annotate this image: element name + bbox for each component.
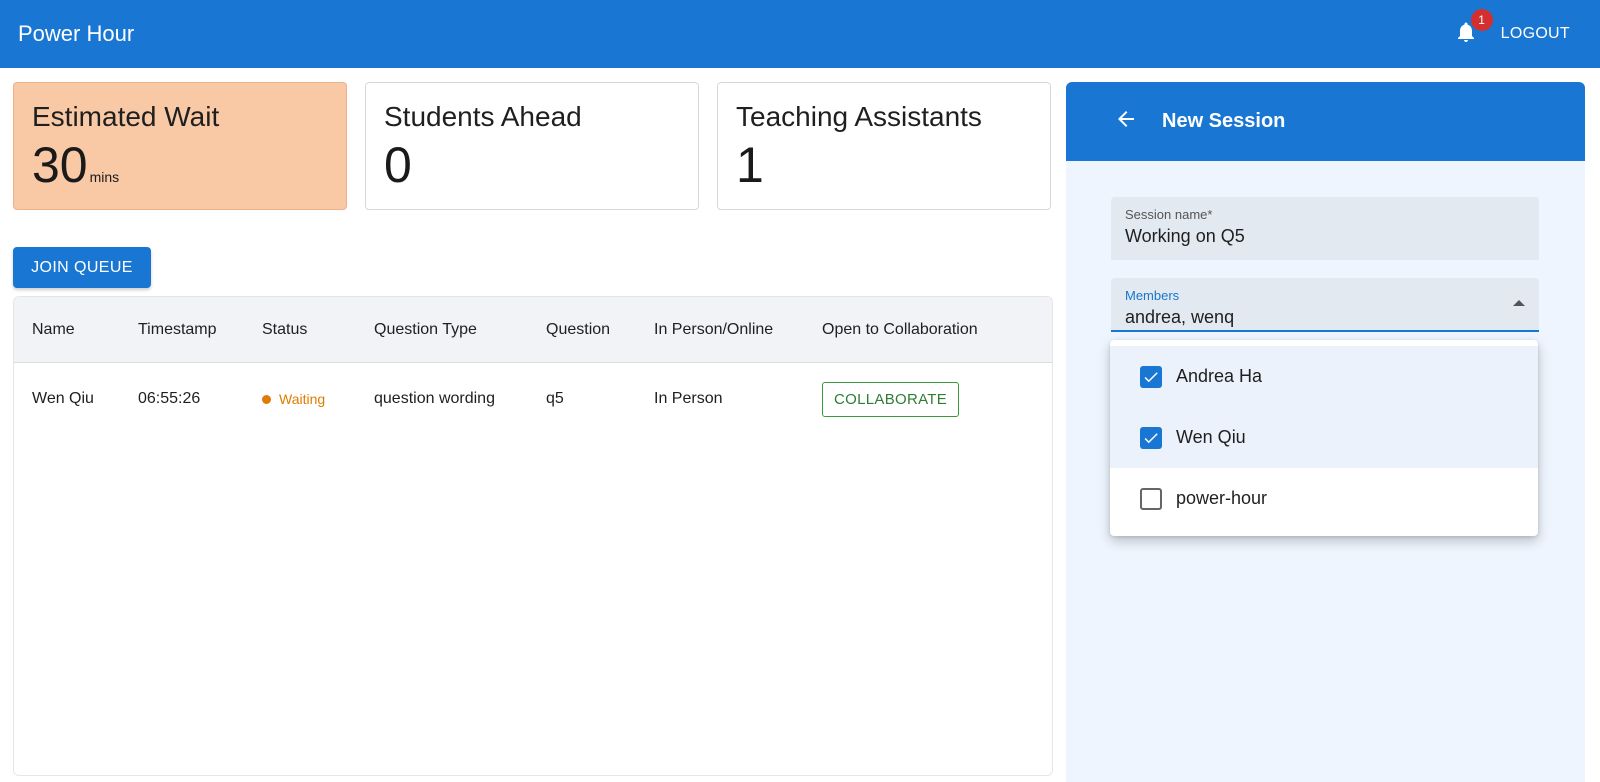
cell-question-type: question wording: [374, 390, 495, 407]
stat-value: 1: [736, 137, 764, 193]
member-option-label: Andrea Ha: [1176, 366, 1263, 386]
members-dropdown-menu: Andrea Ha Wen Qiu power-hour: [1110, 340, 1538, 536]
session-name-label: Session name*: [1125, 207, 1213, 222]
cell-timestamp: 06:55:26: [138, 390, 201, 407]
members-value: andrea, wenq: [1125, 307, 1235, 327]
table-header: Name Timestamp Status Question Type Ques…: [14, 297, 1052, 363]
stat-value: 30: [32, 137, 88, 193]
caret-up-icon: [1513, 300, 1525, 306]
app-title: Power Hour: [18, 21, 135, 46]
status-badge: Waiting: [262, 391, 325, 407]
panel-header: New Session: [1066, 82, 1585, 161]
teaching-assistants-card: Teaching Assistants 1: [717, 82, 1051, 210]
stat-label: Students Ahead: [384, 101, 582, 132]
stat-label: Teaching Assistants: [736, 101, 982, 132]
member-option-label: power-hour: [1176, 488, 1268, 508]
stats-row: Estimated Wait 30 mins Students Ahead 0 …: [13, 82, 1051, 210]
column-header-question-type[interactable]: Question Type: [374, 321, 477, 339]
cell-mode: In Person: [654, 390, 723, 407]
join-queue-button[interactable]: JOIN QUEUE: [13, 247, 151, 288]
stat-unit: mins: [89, 169, 120, 185]
students-ahead-card: Students Ahead 0: [365, 82, 699, 210]
cell-name: Wen Qiu: [32, 390, 94, 407]
session-name-value: Working on Q5: [1125, 226, 1245, 246]
table-row[interactable]: Wen Qiu 06:55:26 Waiting question wordin…: [14, 363, 1052, 435]
checkbox-unchecked-icon[interactable]: [1140, 487, 1162, 510]
column-header-name[interactable]: Name: [32, 321, 75, 339]
cell-question: q5: [546, 390, 564, 407]
app-bar: Power Hour 1 LOGOUT: [0, 0, 1600, 68]
column-header-mode[interactable]: In Person/Online: [654, 321, 773, 339]
status-dot-icon: [262, 394, 271, 404]
estimated-wait-card: Estimated Wait 30 mins: [13, 82, 347, 210]
members-label: Members: [1125, 288, 1180, 303]
checkbox-checked-icon[interactable]: [1140, 426, 1162, 449]
notifications-button[interactable]: 1: [1453, 9, 1493, 49]
column-header-status[interactable]: Status: [262, 321, 307, 339]
back-arrow-icon[interactable]: [1114, 107, 1138, 136]
members-select[interactable]: Members andrea, wenq: [1111, 278, 1539, 332]
member-option-power-hour[interactable]: power-hour: [1110, 468, 1538, 529]
collaborate-button[interactable]: COLLABORATE: [822, 381, 960, 417]
queue-table: Name Timestamp Status Question Type Ques…: [13, 296, 1053, 776]
stat-value: 0: [384, 137, 412, 193]
column-header-collaboration[interactable]: Open to Collaboration: [822, 321, 978, 339]
app-bar-actions: 1 LOGOUT: [1453, 9, 1570, 49]
member-option-andrea-ha[interactable]: Andrea Ha: [1110, 346, 1538, 407]
session-name-field[interactable]: Session name* Working on Q5: [1111, 197, 1539, 260]
checkbox-checked-icon[interactable]: [1140, 365, 1162, 388]
notification-badge: 1: [1470, 9, 1493, 31]
member-option-wen-qiu[interactable]: Wen Qiu: [1110, 407, 1538, 468]
column-header-timestamp[interactable]: Timestamp: [138, 321, 217, 339]
status-text: Waiting: [279, 391, 326, 407]
panel-title: New Session: [1162, 110, 1286, 132]
stat-label: Estimated Wait: [32, 101, 220, 132]
column-header-question[interactable]: Question: [546, 321, 610, 339]
logout-button[interactable]: LOGOUT: [1501, 25, 1570, 43]
member-option-label: Wen Qiu: [1176, 427, 1246, 447]
